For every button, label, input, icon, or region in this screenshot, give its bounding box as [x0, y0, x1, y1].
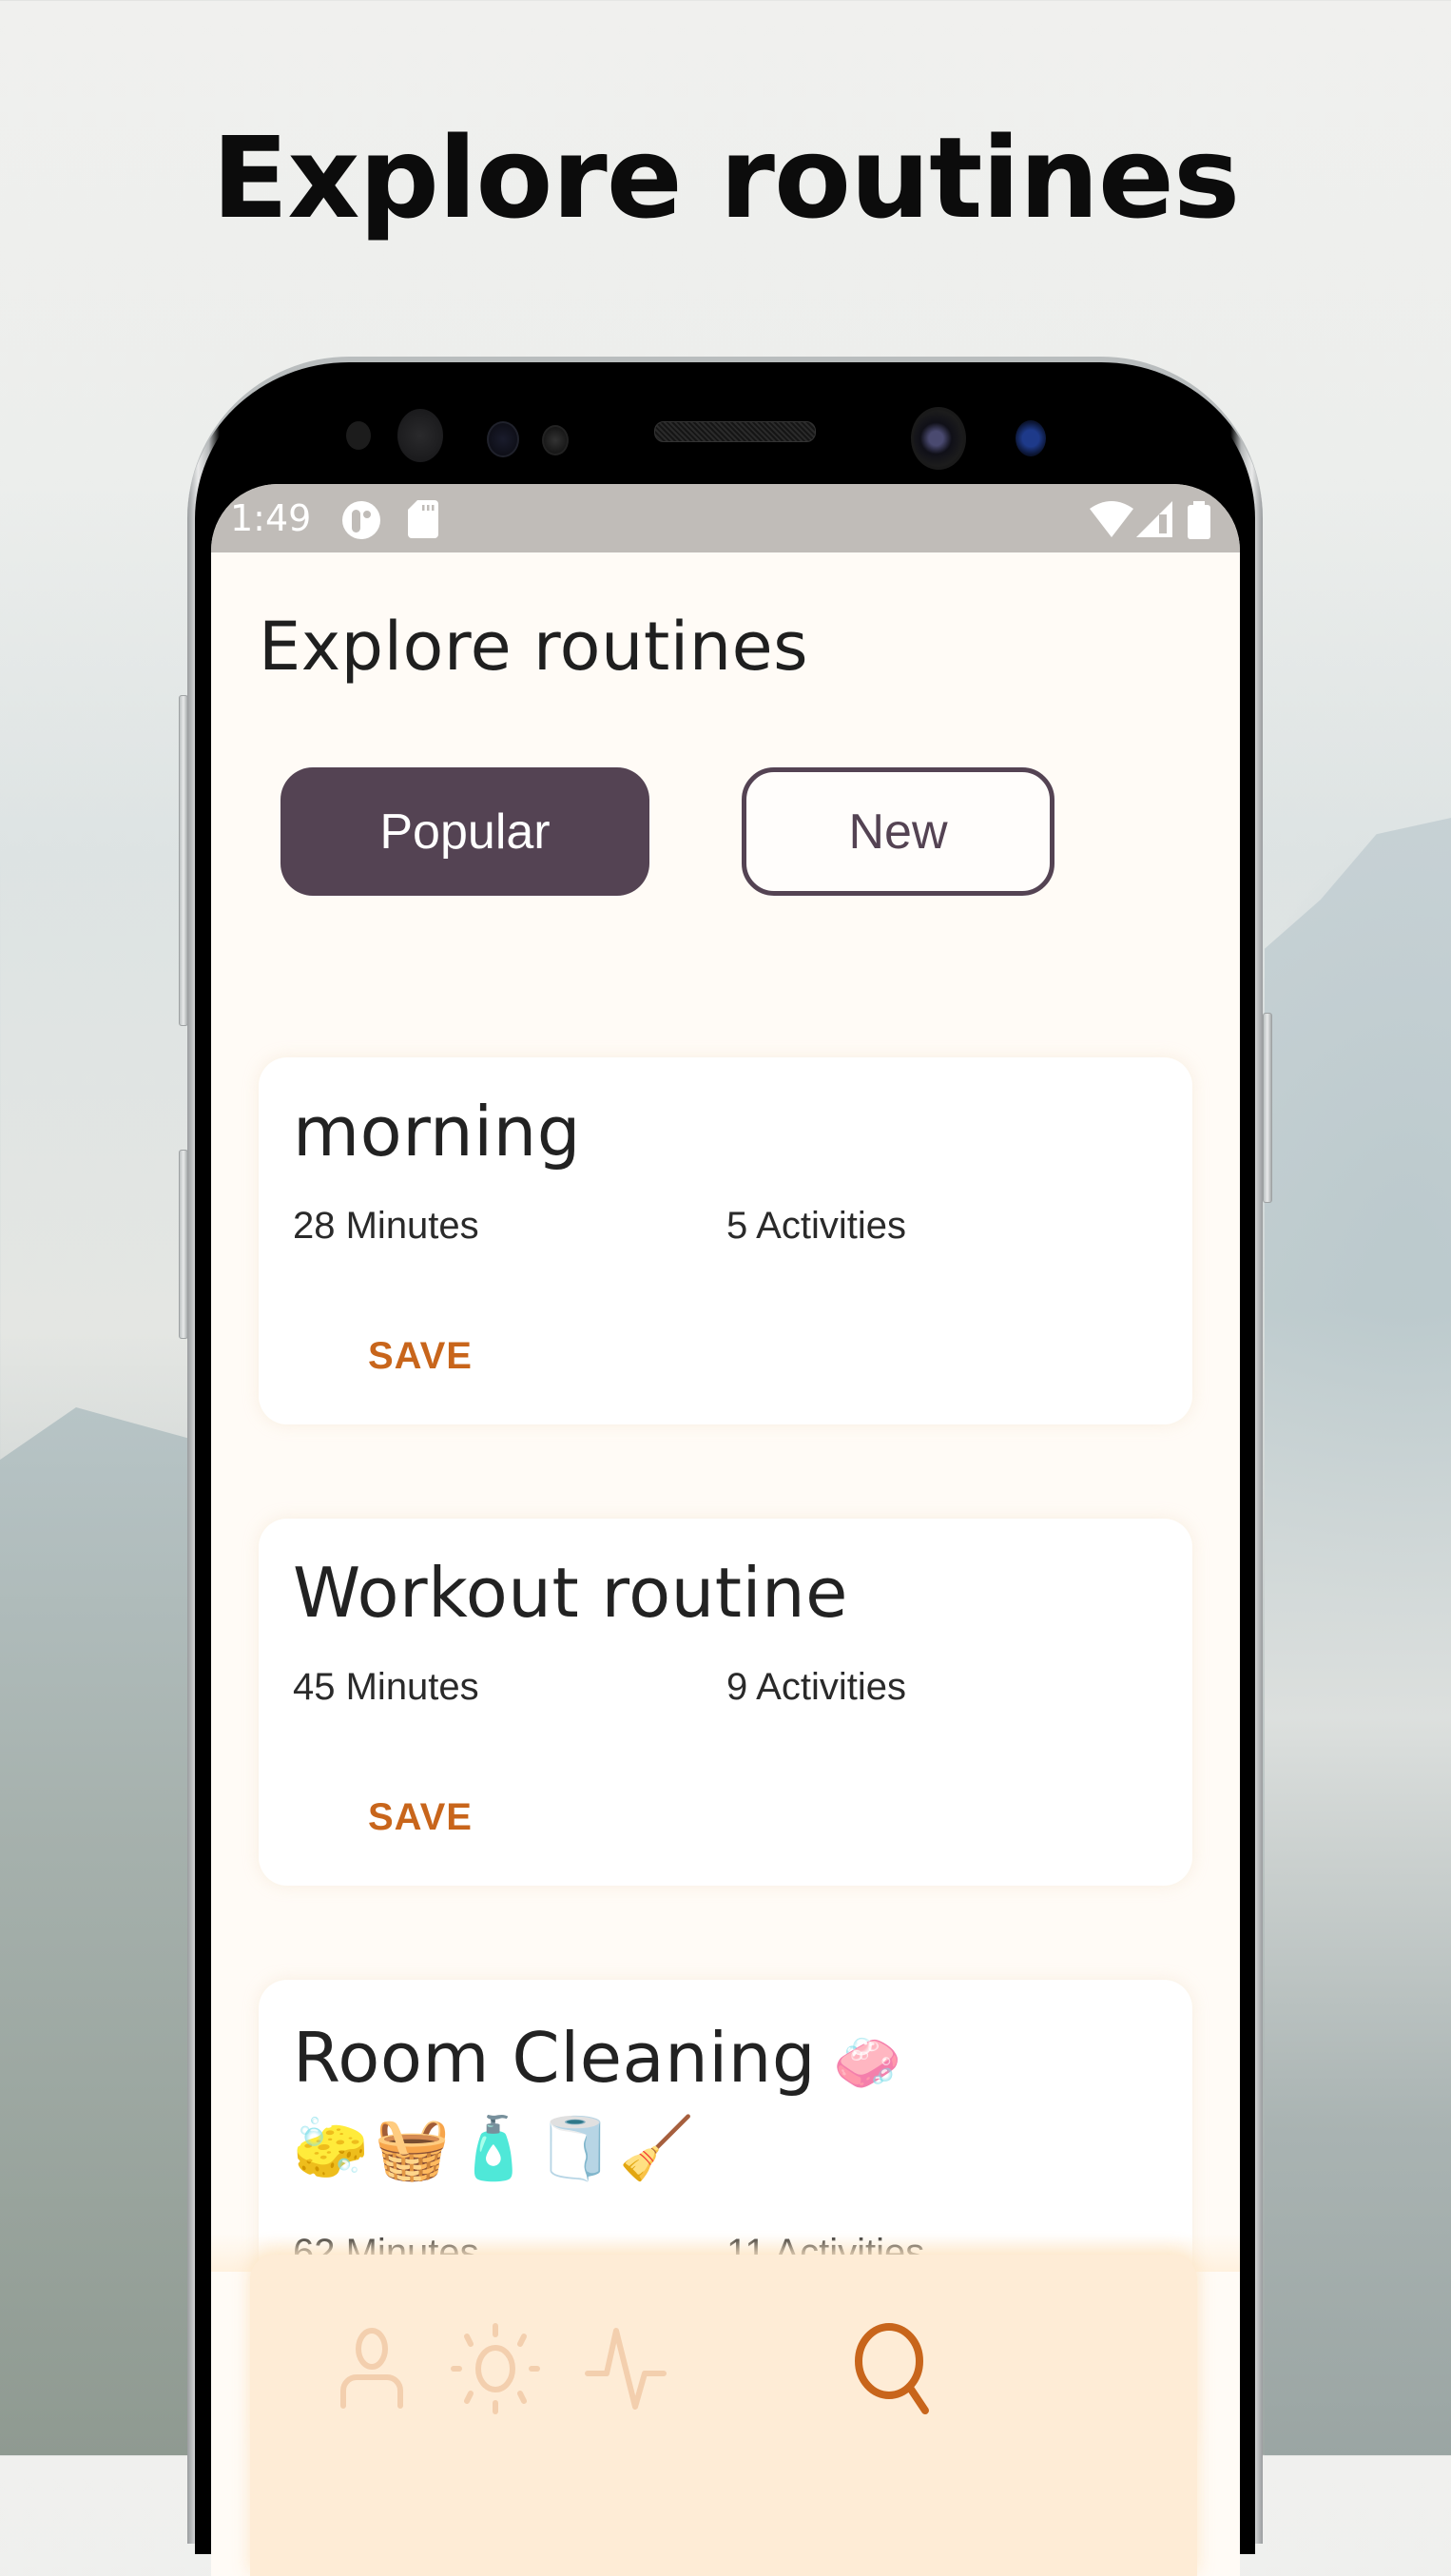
background-trees-left: [0, 1407, 190, 2455]
routine-duration: 28 Minutes: [293, 1205, 479, 1247]
front-sensor-icon: [1016, 420, 1046, 456]
routine-activities: 5 Activities: [726, 1205, 906, 1247]
routine-title: Room Cleaning 🧼: [293, 2018, 902, 2098]
promo-headline: Explore routines: [211, 112, 1240, 243]
app-screen: 1:49 Explore routines Popular New mornin…: [211, 484, 1240, 2576]
routine-duration: 45 Minutes: [293, 1666, 479, 1708]
person-icon: [340, 2328, 403, 2409]
search-icon: [855, 2323, 929, 2414]
app-notification-icon: [341, 500, 381, 544]
nav-daily[interactable]: [448, 2321, 543, 2416]
wifi-icon: [1090, 501, 1133, 541]
nav-profile[interactable]: [324, 2321, 419, 2416]
status-time: 1:49: [230, 497, 312, 539]
routine-title-text: Room Cleaning: [293, 2018, 817, 2098]
save-button[interactable]: SAVE: [368, 1335, 473, 1378]
sensor-icon: [487, 421, 519, 457]
cell-signal-icon: [1136, 501, 1172, 541]
routine-card[interactable]: morning 28 Minutes 5 Activities SAVE: [259, 1057, 1192, 1424]
nav-activity[interactable]: [583, 2321, 678, 2416]
proximity-sensor-icon: [346, 421, 371, 450]
background-mountain-right: [1265, 818, 1451, 2455]
routine-emoji-row: 🧽🧺🧴🧻🧹: [293, 2114, 701, 2184]
light-sensor-icon: [542, 425, 569, 455]
sd-card-icon: [408, 500, 438, 542]
battery-icon: [1188, 501, 1210, 543]
nav-search[interactable]: [840, 2321, 954, 2416]
iris-sensor-icon: [397, 409, 443, 462]
save-button[interactable]: SAVE: [368, 1796, 473, 1839]
routine-activities: 9 Activities: [726, 1666, 906, 1708]
front-camera-icon: [911, 407, 966, 470]
soap-emoji-icon: 🧼: [833, 2030, 902, 2095]
sun-icon: [451, 2323, 540, 2414]
status-bar: 1:49: [211, 484, 1240, 552]
tab-popular[interactable]: Popular: [281, 767, 649, 896]
tab-new[interactable]: New: [742, 767, 1054, 896]
routine-title: morning: [293, 1092, 581, 1172]
activity-pulse-icon: [585, 2328, 667, 2410]
phone-power-button: [1263, 1013, 1272, 1203]
routine-title: Workout routine: [293, 1553, 848, 1633]
page-title: Explore routines: [259, 608, 809, 686]
bottom-navigation: [250, 2255, 1197, 2576]
routine-card[interactable]: Workout routine 45 Minutes 9 Activities …: [259, 1519, 1192, 1886]
earpiece-speaker: [654, 421, 816, 442]
